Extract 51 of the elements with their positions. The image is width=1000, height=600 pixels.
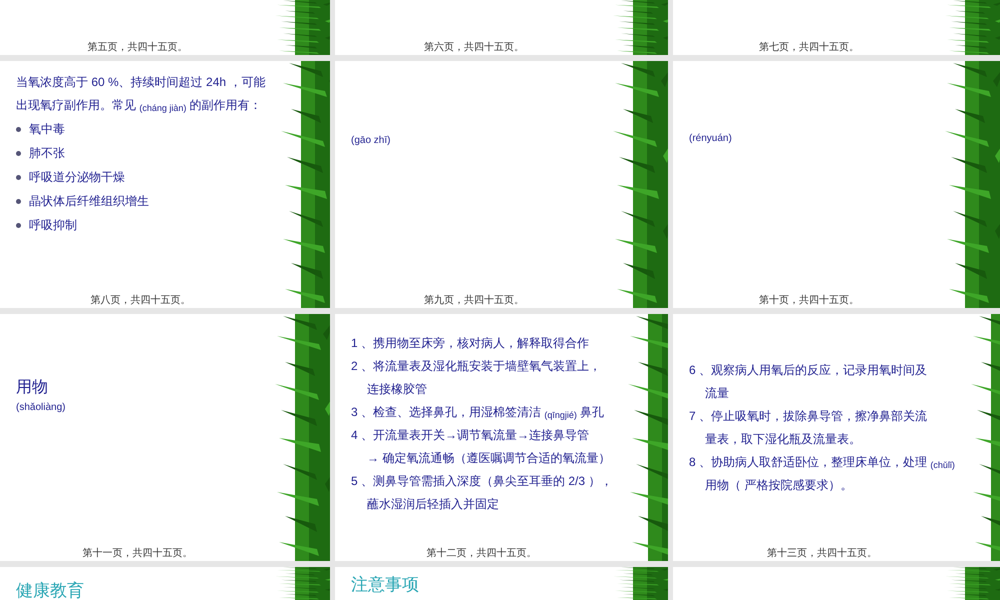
slide-title: 注意事项 [351, 575, 419, 595]
slide-thumbnail[interactable]: 第六页，共四十五页。 [335, 0, 668, 55]
bullet-icon [16, 150, 21, 156]
slide-text-line: 量表，取下湿化瓶及流量表。 [704, 431, 861, 448]
slide-text-line: 1 、携用物至床旁，核对病人，解释取得合作 [351, 335, 590, 352]
slide-text-line: 4 、开流量表开关→调节氧流量→连接鼻导管 [351, 427, 590, 444]
slide-thumbnail[interactable]: 第七页，共四十五页。 [673, 0, 1000, 55]
bullet-text: 呼吸抑制 [29, 217, 77, 234]
slide-text-line: 2 、将流量表及湿化瓶安装于墙壁氧气装置上， [351, 358, 602, 375]
bullet-icon [16, 222, 21, 228]
slide-thumbnail[interactable]: 6 、观察病人用氧后的反应，记录用氧时间及 流量 7 、停止吸氧时，拔除鼻导管，擦净鼻部关流 量表，取下湿化瓶及流量表。 8 、协助病人取舒适卧位，整理床单位，处理 $_{(chǔlǐ)}$ 用物（ 严格按院感要求）。 第十三页，共四十五页。 [673, 314, 1000, 561]
slide-thumbnail[interactable]: 当氧浓度高于 60 %、持续时间超过 24h ，可能 出现氧疗副作用。常见 $_{(cháng jiàn)}$ 的副作用有： 氧中毒 肺不张 呼吸道分泌物干燥 晶状体后纤维组织增生 呼吸抑制 第八页，共四十五页。 [0, 61, 330, 308]
slide-text-line: 当氧浓度高于 60 %、持续时间超过 24h ，可能 [16, 74, 266, 91]
page-number: 第八页，共四十五页。 [90, 295, 191, 307]
slide-text-line: 连接橡胶管 [366, 381, 427, 398]
bullet-text: 呼吸道分泌物干燥 [29, 169, 125, 186]
page-number: 第六页，共四十五页。 [424, 42, 524, 54]
slide-thumbnail[interactable]: (gāo zhī) 第九页，共四十五页。 [335, 61, 668, 308]
slide-note: (rényuán) [689, 132, 732, 146]
bullet-icon [16, 198, 21, 204]
slide-text-line: 7 、停止吸氧时，拔除鼻导管，擦净鼻部关流 [689, 408, 928, 425]
bullet-icon [16, 126, 21, 132]
slide-text-line: 8 、协助病人取舒适卧位，整理床单位，处理 $_{(chǔlǐ)}$ [689, 454, 955, 472]
slide-thumbnail[interactable]: 1 、携用物至床旁，核对病人，解释取得合作 2 、将流量表及湿化瓶安装于墙壁氧气装置上， 连接橡胶管 3 、检查、选择鼻孔，用湿棉签清洁 $_{(qīngjié)}$ 鼻孔 4 、开流量表开关→调节氧流量→连接鼻导管 → 确定氧流通畅（遵医嘱调节合适的氧流量） 5 、测鼻导管需插入深度（鼻尖至耳垂的 2/3 ）， 蘸水湿润后轻插入并固定 第十二页，共四十五页。 [335, 314, 668, 561]
slide-note: (shǎoliàng) [16, 401, 66, 415]
slide-thumbnail[interactable]: 第五页，共四十五页。 [0, 0, 330, 55]
slide-text-line: 3 、检查、选择鼻孔，用湿棉签清洁 $_{(qīngjié)}$ 鼻孔 [351, 404, 604, 422]
slide-note: (gāo zhī) [351, 134, 390, 148]
page-number: 第七页，共四十五页。 [759, 42, 859, 54]
slide-thumbnail[interactable]: 用物 (shǎoliàng) 第十一页，共四十五页。 [0, 314, 330, 561]
slide-heading: 用物 [16, 378, 48, 398]
slide-thumbnail[interactable]: (rényuán) 第十页，共四十五页。 [673, 61, 1000, 308]
bullet-text: 氧中毒 [29, 121, 65, 138]
page-number: 第十页，共四十五页。 [759, 295, 859, 307]
slide-text-line: 出现氧疗副作用。常见 $_{(cháng jiàn)}$ 的副作用有： [16, 97, 262, 116]
slide-text-line: 用物（ 严格按院感要求）。 [704, 477, 852, 494]
page-number: 第九页，共四十五页。 [424, 295, 524, 307]
slide-thumbnail[interactable] [673, 567, 1000, 600]
bullet-text: 肺不张 [29, 145, 65, 162]
page-number: 第十一页，共四十五页。 [82, 548, 192, 560]
bullet-text: 晶状体后纤维组织增生 [29, 193, 149, 210]
slide-title: 健康教育 [16, 581, 84, 600]
page-number: 第十三页，共四十五页。 [766, 548, 877, 560]
page-number: 第十二页，共四十五页。 [426, 548, 537, 560]
slide-text-line: 流量 [704, 385, 729, 402]
slide-text-line: 蘸水湿润后轻插入并固定 [366, 496, 499, 513]
bullet-icon [16, 174, 21, 180]
slide-text-line: 5 、测鼻导管需插入深度（鼻尖至耳垂的 2/3 ）， [351, 473, 612, 490]
slide-text-line: → 确定氧流通畅（遵医嘱调节合适的氧流量） [366, 450, 610, 467]
slide-text-line: 6 、观察病人用氧后的反应，记录用氧时间及 [689, 362, 928, 379]
page-number: 第五页，共四十五页。 [88, 42, 188, 54]
